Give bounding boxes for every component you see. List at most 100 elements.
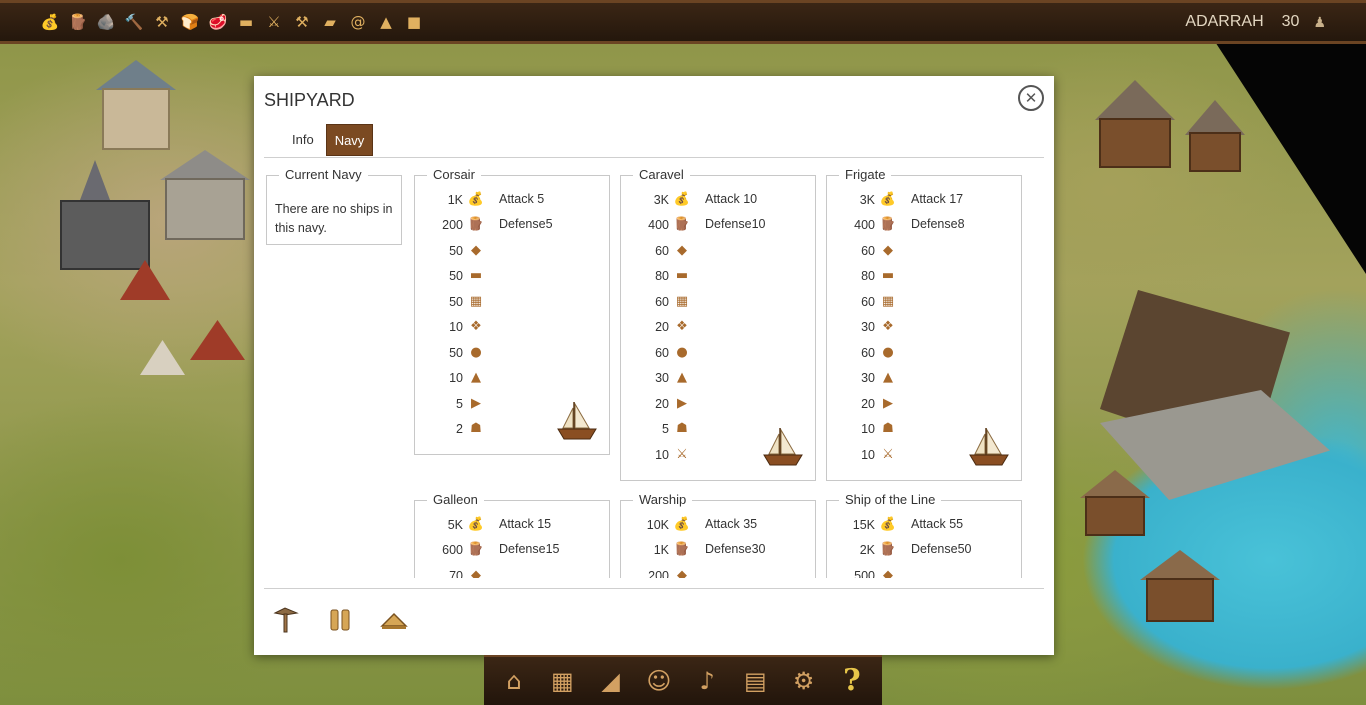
ship-image[interactable] (555, 400, 599, 442)
market-stalls[interactable] (120, 260, 250, 400)
cost-value: 15K (852, 517, 875, 532)
ship-card[interactable]: Galleon 5K 💰 600 🪵 70 ◆ Attack 15 Defense15 (414, 492, 610, 579)
gold-icon: 💰 (879, 191, 897, 207)
meat-icon[interactable]: 🥩 (208, 12, 228, 32)
rope-icon[interactable]: @ (348, 12, 368, 32)
cost-value: 50 (449, 243, 463, 258)
attack-stat: Attack 17 (911, 187, 963, 212)
building-market[interactable] (160, 150, 250, 240)
town-hall-icon[interactable]: ⌂ (494, 661, 534, 701)
player-level: 30 (1281, 13, 1300, 30)
ship-card[interactable]: Warship 10K 💰 1K 🪵 200 ◆ Attack 35 Defense30 (620, 492, 816, 579)
trumpet-icon[interactable]: ♪ (687, 661, 727, 701)
map-scroll-icon[interactable]: ▤ (735, 661, 775, 701)
ship-card[interactable]: Caravel 3K 💰 400 🪵 60 ◆ 80 ▬ 60 ▦ 20 ❖ 60 ● 30 ▲ 20 ▶ 5 ☗ 10 ⚔… (620, 167, 816, 481)
attack-stat: Attack 10 (705, 187, 757, 212)
cost-row: 500 ◆ (827, 563, 897, 579)
attack-value: 35 (743, 517, 758, 531)
defense-label: Defense (499, 217, 546, 231)
cost-value: 2 (456, 422, 463, 436)
cost-row: 20 ▶ (827, 391, 897, 416)
building-blacksmith[interactable] (1095, 80, 1245, 180)
cost-row: 30 ▲ (621, 366, 691, 391)
swords-icon: ⚔ (676, 446, 688, 462)
gold-icon: 💰 (673, 516, 691, 532)
cost-value: 30 (861, 371, 875, 385)
attack-label: Attack (705, 517, 740, 531)
crate-icon: ▦ (675, 293, 689, 309)
cost-value: 200 (648, 568, 669, 579)
cost-row: 2 ☗ (415, 417, 485, 442)
wood-icon: 🪵 (673, 217, 691, 232)
defense-value: 5 (545, 217, 553, 231)
iron-icon[interactable]: ⚒ (152, 12, 172, 32)
cost-row: 30 ❖ (827, 315, 897, 340)
sailor-icon: ☗ (882, 421, 894, 436)
cost-value: 60 (861, 345, 875, 360)
dialog-title: SHIPYARD (264, 90, 355, 110)
cost-value: 400 (854, 218, 875, 232)
attack-stat: Attack 55 (911, 512, 963, 537)
cost-value: 10 (861, 422, 875, 436)
tools-icon[interactable]: 🔨 (124, 12, 144, 32)
cost-value: 60 (861, 243, 875, 258)
build-hammer-icon[interactable] (270, 604, 302, 636)
stone-icon: ◆ (471, 567, 481, 579)
gold-icon[interactable]: 💰 (40, 12, 60, 32)
cost-row: 400 🪵 (827, 213, 897, 238)
cost-value: 10 (861, 447, 875, 462)
cost-value: 600 (442, 543, 463, 557)
gold-bar-icon[interactable]: ▰ (320, 12, 340, 32)
resource-bar: 💰 🪵 🪨 🔨 ⚒ 🍞 🥩 ▬ ⚔ ⚒ ▰ @ ▲ ■ ADARRAH 30 ♟ (0, 0, 1366, 44)
gold-icon: 💰 (673, 191, 691, 207)
coal-icon[interactable]: ■ (404, 12, 424, 32)
tab-navy[interactable]: Navy (325, 124, 374, 156)
plank-icon[interactable]: ▬ (236, 12, 256, 32)
ship-card[interactable]: Frigate 3K 💰 400 🪵 60 ◆ 80 ▬ 60 ▦ 30 ❖ 60 ● 30 ▲ 20 ▶ 10 ☗ 10… (826, 167, 1022, 481)
help-icon[interactable]: ? (832, 661, 872, 701)
cost-row: 10K 💰 (621, 512, 691, 537)
attack-label: Attack (499, 517, 534, 531)
ship-image[interactable] (967, 426, 1011, 468)
ship-card[interactable]: Corsair 1K 💰 200 🪵 50 ◆ 50 ▬ 50 ▦ 10 ❖ 50 ● 10 ▲ 5 ▶ 2 ☗ Atta… (414, 167, 610, 455)
player-info[interactable]: ADARRAH 30 ♟ (1185, 3, 1326, 41)
cost-row: 20 ▶ (621, 391, 691, 416)
heroes-icon[interactable]: ☺ (639, 661, 679, 701)
warehouse-icon[interactable]: ▦ (542, 661, 582, 701)
siege-icon[interactable]: ⚙ (784, 661, 824, 701)
cost-value: 60 (861, 294, 875, 309)
building-hut[interactable] (1080, 470, 1150, 540)
tab-info[interactable]: Info (284, 124, 322, 156)
cost-row: 30 ▲ (827, 366, 897, 391)
building-church[interactable] (60, 160, 150, 270)
close-button[interactable]: ✕ (1018, 85, 1044, 111)
attack-value: 10 (743, 192, 758, 206)
stone-icon[interactable]: 🪨 (96, 12, 116, 32)
cost-row: 1K 🪵 (621, 538, 691, 563)
tab-bar: Info Navy (284, 124, 374, 156)
cost-row: 5 ▶ (415, 391, 485, 416)
cost-value: 10 (655, 447, 669, 462)
ship-card[interactable]: Ship of the Line 15K 💰 2K 🪵 500 ◆ Attack 55 Defe… (826, 492, 1022, 579)
ship-name: Caravel (633, 167, 690, 183)
cost-row: 70 ◆ (415, 563, 485, 579)
pause-icon[interactable] (324, 604, 356, 636)
attack-label: Attack (499, 192, 534, 206)
navy-panel[interactable]: Current Navy There are no ships in this … (264, 158, 1044, 578)
cost-value: 50 (449, 345, 463, 360)
hammer-icon[interactable]: ⚒ (292, 12, 312, 32)
swords-icon[interactable]: ⚔ (264, 12, 284, 32)
defense-label: Defense (911, 542, 958, 556)
ship-image[interactable] (761, 426, 805, 468)
wood-icon[interactable]: 🪵 (68, 12, 88, 32)
resource-icons: 💰 🪵 🪨 🔨 ⚒ 🍞 🥩 ▬ ⚔ ⚒ ▰ @ ▲ ■ (40, 12, 424, 32)
settler-icon[interactable]: ♟ (1313, 14, 1326, 31)
salt-icon[interactable]: ▲ (376, 12, 396, 32)
building-tower[interactable] (96, 60, 176, 150)
horn-icon[interactable]: ◢ (591, 661, 631, 701)
bread-icon[interactable]: 🍞 (180, 12, 200, 32)
cost-row: 2K 🪵 (827, 538, 897, 563)
upgrade-arrow-icon[interactable] (378, 604, 410, 636)
cloth-icon: ❖ (470, 319, 482, 334)
building-workshop[interactable] (1140, 550, 1220, 630)
